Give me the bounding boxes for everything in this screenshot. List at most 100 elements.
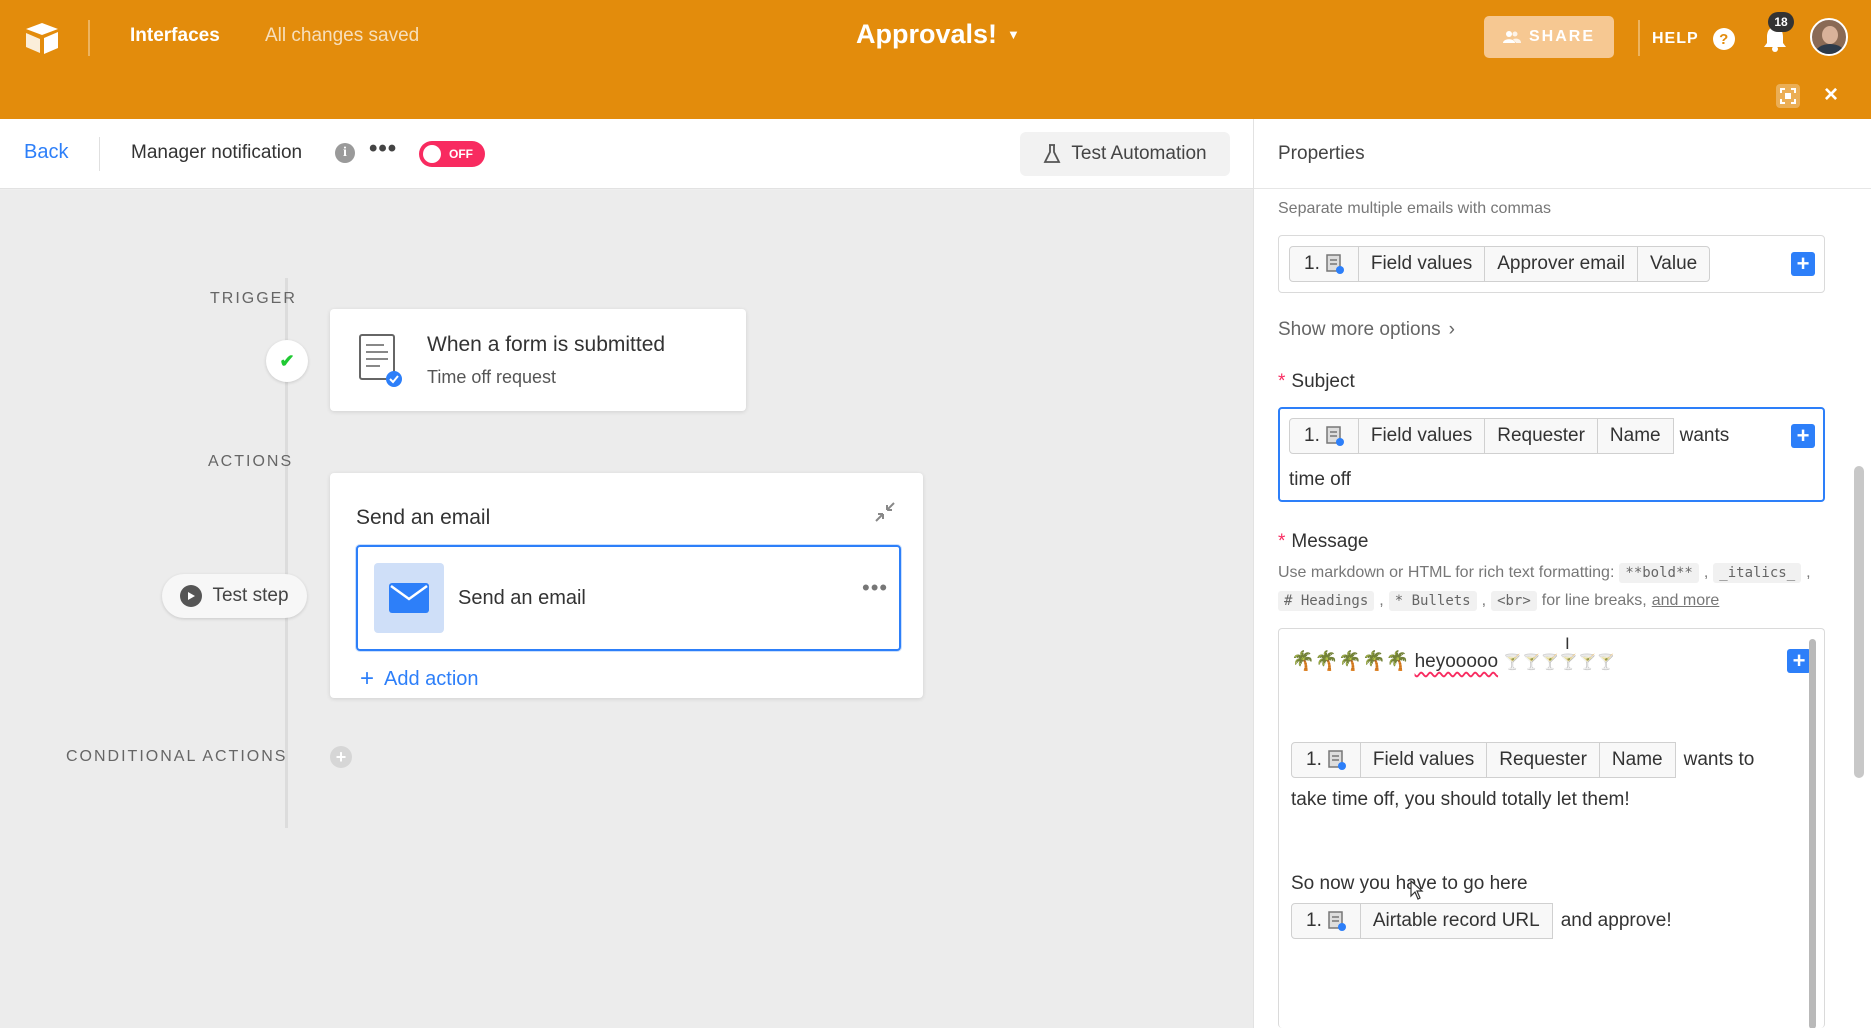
subject-field[interactable]: 1. Field values Requester Name wants + t… — [1278, 407, 1825, 502]
insert-field-button[interactable]: + — [1791, 252, 1815, 276]
message-text: wants to — [1683, 749, 1755, 770]
to-token-group[interactable]: 1. Field values Approver email Value — [1289, 246, 1711, 282]
trigger-subtitle: Time off request — [427, 367, 557, 387]
trigger-title: When a form is submitted — [427, 333, 666, 356]
message-editor[interactable]: I 🌴🌴🌴🌴🌴 heyooooo 🍸🍸🍸🍸🍸🍸 + 1. Field value… — [1278, 628, 1825, 1028]
message-hint-line2: # Headings, * Bullets, <br> for line bre… — [1278, 591, 1719, 611]
token-part: Approver email — [1484, 246, 1639, 282]
plus-icon: + — [360, 665, 375, 692]
add-action-button[interactable]: + Add action — [360, 667, 479, 691]
more-options-icon[interactable]: ••• — [369, 135, 397, 163]
hint-code: <br> — [1491, 591, 1537, 611]
test-automation-button[interactable]: Test Automation — [1020, 132, 1230, 176]
airtable-logo-icon[interactable] — [22, 18, 62, 58]
token-step-number: 1. — [1291, 742, 1361, 778]
subject-text-line2: time off — [1289, 469, 1351, 490]
greeting-word: heyooooo — [1414, 651, 1499, 672]
top-app-bar: Interfaces All changes saved Approvals! … — [0, 0, 1871, 119]
actions-section-label: ACTIONS — [208, 453, 294, 470]
hint-code: # Headings — [1278, 591, 1375, 611]
cocktail-emoji: 🍸🍸🍸🍸🍸🍸 — [1503, 654, 1616, 671]
automation-toggle[interactable]: OFF — [419, 141, 485, 167]
show-more-label: Show more options — [1278, 319, 1441, 340]
chevron-down-icon: ▼ — [1007, 27, 1020, 42]
mouse-pointer-icon — [1410, 880, 1424, 900]
message-token-group-2[interactable]: 1. Airtable record URL and approve! — [1291, 903, 1672, 939]
email-icon — [374, 563, 444, 633]
toggle-knob — [423, 145, 441, 163]
help-label: HELP — [1652, 30, 1699, 47]
back-link[interactable]: Back — [24, 141, 68, 164]
send-email-step[interactable]: Send an email ••• — [356, 545, 901, 651]
token-part: Requester — [1484, 418, 1598, 454]
test-automation-label: Test Automation — [1071, 143, 1207, 164]
topbar-divider — [88, 20, 90, 56]
token-part: Field values — [1357, 418, 1486, 454]
play-icon — [180, 585, 203, 607]
share-label: SHARE — [1528, 28, 1595, 45]
subject-token-group[interactable]: 1. Field values Requester Name wants — [1289, 418, 1729, 454]
palm-tree-emoji: 🌴🌴🌴🌴🌴 — [1291, 651, 1410, 672]
message-label: * Message — [1278, 531, 1369, 552]
step-label: Send an email — [458, 587, 586, 609]
message-token-group-1[interactable]: 1. Field values Requester Name wants to — [1291, 742, 1754, 778]
required-asterisk: * — [1278, 531, 1286, 552]
info-icon[interactable]: i — [335, 143, 355, 163]
close-icon[interactable]: × — [1824, 82, 1838, 108]
hint-code: * Bullets — [1388, 591, 1477, 611]
panel-scrollbar[interactable] — [1854, 466, 1864, 778]
show-more-options-link[interactable]: Show more options › — [1278, 319, 1455, 341]
add-conditional-icon[interactable]: + — [330, 746, 352, 768]
base-title-dropdown[interactable]: Approvals! ▼ — [856, 19, 1020, 50]
editor-scrollbar[interactable] — [1809, 639, 1816, 1028]
insert-field-button[interactable]: + — [1791, 424, 1815, 448]
trigger-card[interactable]: When a form is submitted Time off reques… — [330, 309, 746, 411]
record-icon — [1328, 750, 1346, 770]
automation-canvas: TRIGGER ✔ When a form is submitted Time … — [0, 190, 1253, 1028]
form-icon — [359, 334, 402, 387]
chevron-right-icon: › — [1448, 319, 1455, 340]
notification-badge: 18 — [1768, 12, 1794, 32]
collapse-icon[interactable] — [874, 501, 896, 523]
avatar[interactable] — [1810, 18, 1848, 56]
message-hint: Use markdown or HTML for rich text forma… — [1278, 563, 1811, 583]
token-part: Field values — [1359, 742, 1488, 778]
message-line-2: take time off, you should totally let th… — [1291, 789, 1630, 810]
fullscreen-icon[interactable] — [1776, 84, 1800, 108]
help-button[interactable]: HELP ? — [1652, 28, 1735, 50]
and-more-link[interactable]: and more — [1652, 592, 1720, 610]
check-icon: ✔ — [266, 340, 308, 382]
test-step-button[interactable]: Test step — [162, 574, 307, 618]
record-icon — [1328, 911, 1346, 931]
properties-header: Properties — [1254, 119, 1871, 189]
message-text: and approve! — [1560, 910, 1672, 931]
token-part: Value — [1637, 246, 1711, 282]
action-card-title: Send an email — [356, 506, 491, 529]
insert-field-button[interactable]: + — [1787, 649, 1811, 673]
token-step-number: 1. — [1289, 418, 1359, 454]
to-field[interactable]: 1. Field values Approver email Value + — [1278, 235, 1825, 293]
to-field-help: Separate multiple emails with commas — [1278, 200, 1551, 217]
record-icon — [1326, 254, 1344, 274]
test-step-label: Test step — [212, 585, 289, 606]
subject-label: * Subject — [1278, 371, 1355, 392]
subject-text: wants — [1679, 425, 1730, 446]
properties-panel: Properties Separate multiple emails with… — [1253, 119, 1871, 1028]
base-title: Approvals! — [856, 19, 998, 49]
automation-header: Back Manager notification i ••• OFF Test… — [0, 119, 1253, 189]
trigger-section-label: TRIGGER — [210, 290, 297, 307]
add-action-label: Add action — [384, 667, 479, 690]
token-part: Field values — [1357, 246, 1486, 282]
share-button[interactable]: SHARE — [1484, 16, 1614, 58]
token-part: Name — [1598, 742, 1676, 778]
step-more-icon[interactable]: ••• — [862, 575, 888, 601]
automation-name[interactable]: Manager notification — [131, 142, 302, 164]
required-asterisk: * — [1278, 371, 1286, 392]
header-divider — [99, 137, 100, 171]
action-card: Send an email Send an email ••• + Add ac… — [330, 473, 923, 698]
topbar-divider — [1638, 20, 1640, 56]
token-step-number: 1. — [1289, 246, 1359, 282]
interfaces-link[interactable]: Interfaces — [130, 25, 220, 47]
hint-code: _italics_ — [1713, 563, 1802, 583]
token-step-number: 1. — [1291, 903, 1361, 939]
